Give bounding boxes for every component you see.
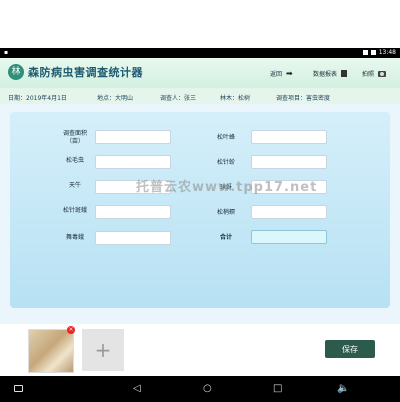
field-gypsy-moth[interactable]	[95, 231, 171, 245]
field-total	[251, 230, 327, 244]
nav-recent-icon[interactable]: □	[273, 383, 282, 394]
field-pine-needle-moth[interactable]	[95, 205, 171, 219]
nav-home-icon[interactable]: ○	[203, 383, 212, 394]
camera-icon	[378, 70, 387, 77]
label-pine-sawfly: 松叶蜂	[216, 134, 235, 141]
survey-info-bar: 日期：2019年4月1日 地点：大明山 调查人：张三 林木：松树 调查项目：害虫…	[0, 88, 400, 104]
photo-button[interactable]: 拍照	[362, 69, 387, 78]
info-item: 调查项目：害虫密度	[276, 95, 331, 102]
report-button[interactable]: 数据报表	[313, 69, 348, 78]
back-button[interactable]: 返回 ➡	[270, 69, 293, 78]
info-surveyor: 调查人：张三	[160, 95, 197, 102]
info-forest: 林木：松树	[220, 95, 251, 102]
screenshot-icon[interactable]	[14, 385, 23, 392]
system-nav-bar: ◁ ○ □ 🔈	[0, 376, 400, 402]
add-photo-button[interactable]: +	[82, 329, 124, 371]
field-pine-caterpillar[interactable]	[95, 155, 171, 169]
report-label: 数据报表	[313, 71, 338, 78]
clock: 13:48	[378, 49, 396, 56]
watermark-text: 托普云农www.tpp17.net	[136, 180, 318, 195]
document-icon	[341, 70, 348, 77]
field-survey-area[interactable]	[95, 130, 171, 144]
label-pine-shoot-borer: 松梢螟	[216, 209, 235, 216]
battery-icon	[370, 50, 376, 55]
field-pine-sawfly[interactable]	[251, 130, 327, 144]
app-screen: ▪ 13:48 林 森防病虫害调查统计器 返回 ➡ 数据报表 拍照 日期：201…	[0, 48, 400, 402]
app-title: 森防病虫害调查统计器	[28, 66, 143, 79]
nav-back-icon[interactable]: ◁	[133, 383, 141, 394]
field-pine-scale[interactable]	[251, 155, 327, 169]
app-header: 林 森防病虫害调查统计器 返回 ➡ 数据报表 拍照	[0, 58, 400, 88]
save-button[interactable]: 保存	[325, 340, 375, 358]
close-icon[interactable]: ×	[67, 326, 75, 334]
volume-icon[interactable]: 🔈	[337, 383, 349, 394]
info-location: 地点：大明山	[97, 95, 134, 102]
info-date: 日期：2019年4月1日	[8, 95, 67, 102]
status-right: 13:48	[362, 49, 396, 56]
back-label: 返回	[270, 71, 283, 78]
wifi-icon	[362, 50, 368, 55]
photo-thumbnail[interactable]	[28, 329, 74, 373]
android-icon: ▪	[4, 49, 9, 56]
label-total: 合计	[219, 234, 232, 241]
field-pine-shoot-borer[interactable]	[251, 205, 327, 219]
photo-label: 拍照	[362, 71, 375, 78]
app-logo: 林	[8, 64, 24, 80]
status-bar: ▪ 13:48	[0, 48, 400, 58]
label-pine-scale: 松针蚧	[216, 159, 235, 166]
arrow-right-icon: ➡	[286, 69, 293, 78]
